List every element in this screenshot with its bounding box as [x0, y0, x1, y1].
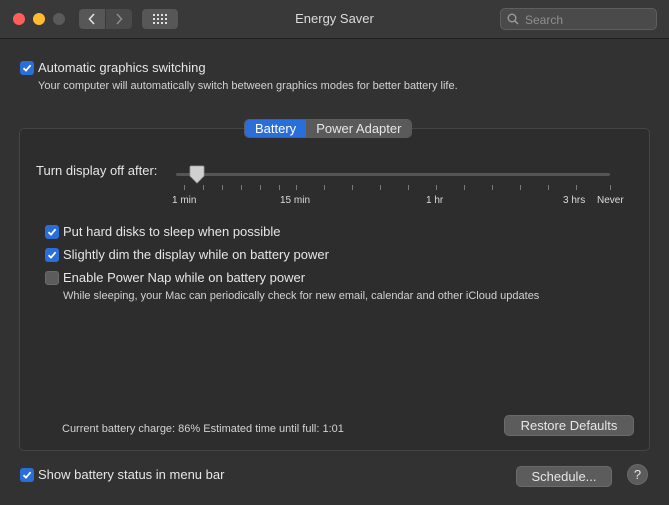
menu-bar-status-checkbox[interactable]: [20, 468, 34, 482]
slider-tick: [492, 185, 493, 190]
slider-tick: [380, 185, 381, 190]
checkmark-icon: [47, 228, 57, 236]
tick-label-15-min: 15 min: [280, 195, 311, 206]
dim-display-label[interactable]: Slightly dim the display while on batter…: [63, 247, 329, 262]
slider-thumb-icon: [189, 165, 205, 184]
hard-disk-sleep-checkbox[interactable]: [45, 225, 59, 239]
slider-tick: [576, 185, 577, 190]
slider-tick: [548, 185, 549, 190]
menu-bar-status-label[interactable]: Show battery status in menu bar: [38, 467, 224, 482]
slider-tick: [352, 185, 353, 190]
graphics-switching-label[interactable]: Automatic graphics switching: [38, 60, 206, 75]
help-button[interactable]: ?: [627, 464, 648, 485]
display-sleep-label: Turn display off after:: [36, 163, 158, 178]
slider-tick: [203, 185, 204, 190]
graphics-switching-description: Your computer will automatically switch …: [38, 80, 458, 92]
tick-label-3-hrs: 3 hrs: [563, 195, 586, 206]
display-sleep-slider-thumb[interactable]: [189, 165, 205, 184]
tick-label-1-hr: 1 hr: [426, 195, 444, 206]
battery-status-text: Current battery charge: 86% Estimated ti…: [62, 423, 344, 435]
tick-label-1-min: 1 min: [172, 195, 197, 206]
restore-defaults-button[interactable]: Restore Defaults: [504, 415, 634, 436]
slider-tick: [610, 185, 611, 190]
slider-tick: [408, 185, 409, 190]
power-nap-description: While sleeping, your Mac can periodicall…: [63, 290, 540, 302]
slider-tick: [222, 185, 223, 190]
search-icon: [507, 13, 519, 25]
tab-battery[interactable]: Battery: [245, 120, 307, 137]
slider-tick: [520, 185, 521, 190]
power-nap-label[interactable]: Enable Power Nap while on battery power: [63, 270, 305, 285]
checkmark-icon: [22, 64, 32, 72]
search-field[interactable]: [500, 8, 657, 30]
schedule-button[interactable]: Schedule...: [516, 466, 612, 487]
slider-tick: [279, 185, 280, 190]
search-input[interactable]: [523, 10, 655, 30]
title-bar: Energy Saver: [0, 0, 669, 39]
slider-tick: [241, 185, 242, 190]
checkmark-icon: [47, 251, 57, 259]
slider-tick: [184, 185, 185, 190]
checkmark-icon: [22, 471, 32, 479]
power-source-tabs: Battery Power Adapter: [244, 119, 413, 138]
slider-tick: [464, 185, 465, 190]
power-nap-checkbox[interactable]: [45, 271, 59, 285]
slider-tick: [324, 185, 325, 190]
hard-disk-sleep-label[interactable]: Put hard disks to sleep when possible: [63, 224, 281, 239]
slider-tick: [260, 185, 261, 190]
dim-display-checkbox[interactable]: [45, 248, 59, 262]
graphics-switching-checkbox[interactable]: [20, 61, 34, 75]
tab-power-adapter[interactable]: Power Adapter: [306, 120, 412, 137]
slider-tick: [296, 185, 297, 190]
slider-tick: [436, 185, 437, 190]
tick-label-never: Never: [597, 195, 624, 206]
display-sleep-slider-track[interactable]: [176, 173, 610, 176]
